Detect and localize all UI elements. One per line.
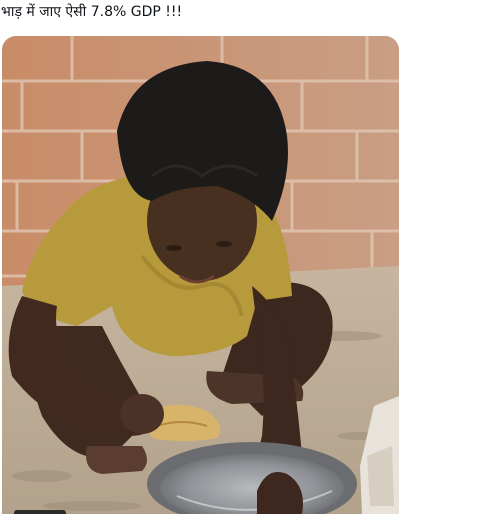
- child-eating-photo: [2, 36, 399, 514]
- media-overlay-bar: [14, 510, 66, 514]
- post-media-image[interactable]: [2, 36, 399, 514]
- child-hand: [120, 394, 164, 434]
- tweet-post: भाड़ में जाए ऐसी 7.8% GDP !!!: [0, 0, 487, 514]
- post-text: भाड़ में जाए ऐसी 7.8% GDP !!!: [1, 4, 183, 20]
- child-foot-left: [86, 446, 147, 474]
